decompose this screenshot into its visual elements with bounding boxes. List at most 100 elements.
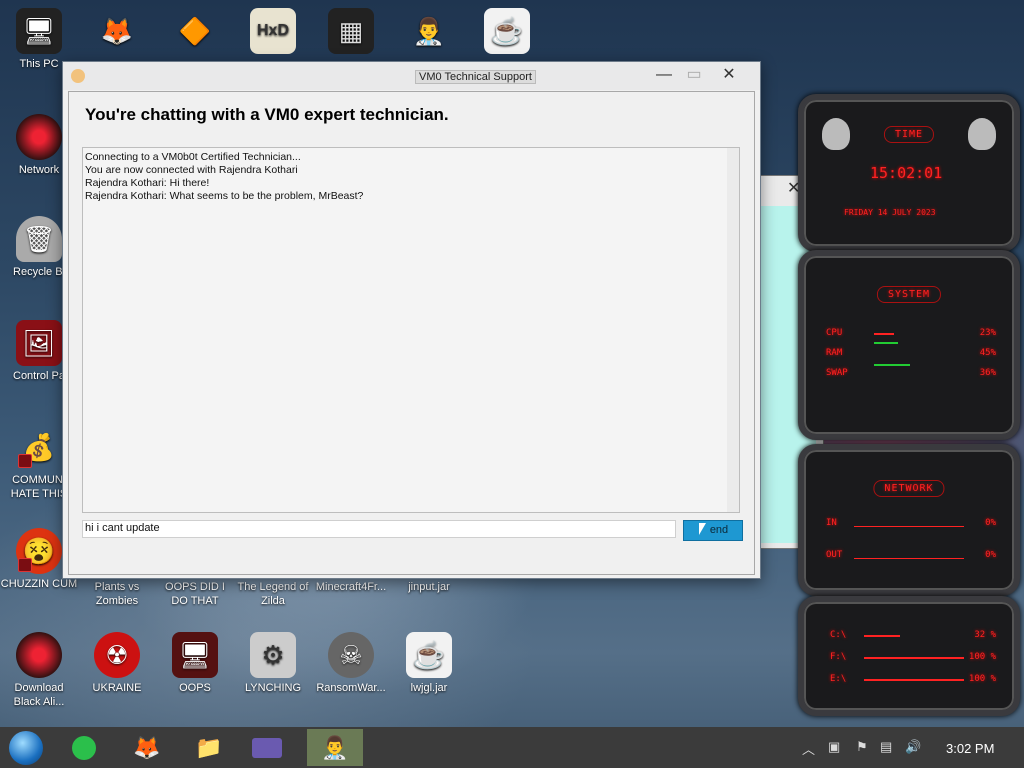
alien-head-icon	[968, 118, 996, 150]
desktop-icon-ransomware[interactable]: ☠ RansomWar...	[312, 632, 390, 695]
desktop-icon-ukraine[interactable]: ☢ UKRAINE	[78, 632, 156, 695]
vlc-cone-icon: 🔶	[178, 16, 212, 46]
swap-bar	[874, 364, 910, 366]
desktop-icon-oops[interactable]: 🖥 OOPS	[156, 632, 234, 695]
desktop-icon-maze[interactable]: ▦	[312, 8, 390, 57]
message-input[interactable]: hi i cant update	[82, 520, 676, 538]
network-icon[interactable]: ▤	[880, 739, 892, 755]
maximize-button[interactable]: ▭	[683, 65, 705, 85]
support-chat-window[interactable]: VM0 Technical Support — ▭ ✕ You're chatt…	[62, 61, 761, 579]
time-header: TIME	[883, 126, 935, 143]
drive-f-value: 100 %	[968, 652, 996, 662]
desktop-icon-plants-vs-zombies[interactable]: Plants vs Zombies	[78, 580, 156, 608]
swap-label: SWAP	[826, 368, 848, 378]
skull-icon: ☠	[328, 632, 374, 678]
cpu-value: 23%	[979, 328, 996, 338]
doctor-icon: 👨‍⚕️	[412, 16, 446, 46]
drive-f-bar	[864, 657, 964, 659]
start-button[interactable]	[4, 729, 48, 766]
money-bag-icon: 💰	[16, 424, 62, 470]
desktop-icon-jinput[interactable]: jinput.jar	[390, 580, 468, 594]
taskbar-notes[interactable]	[62, 729, 106, 766]
drive-f-label: F:\	[830, 652, 847, 662]
desktop-icon-vlc[interactable]: 🔶	[156, 8, 234, 57]
network-header: NETWORK	[873, 480, 945, 497]
chat-heading: You're chatting with a VM0 expert techni…	[85, 105, 449, 124]
system-gadget: SYSTEM CPU 23% RAM 45% SWAP 36%	[798, 250, 1020, 440]
in-label: IN	[826, 518, 837, 528]
taskbar-firefox[interactable]: 🦊	[125, 729, 169, 766]
tray-app-icon[interactable]: ▣	[828, 739, 840, 755]
red-computer-icon: 🖥	[172, 632, 218, 678]
drive-e-value: 100 %	[968, 674, 996, 684]
out-value: 0%	[985, 550, 996, 560]
network-orb-icon	[16, 114, 62, 160]
chat-line: Rajendra Kothari: Hi there!	[85, 177, 210, 189]
desktop-icon-oops-did-i[interactable]: OOPS DID I DO THAT	[156, 580, 234, 608]
desktop-icon-legend-of-zilda[interactable]: The Legend of Zilda	[234, 580, 312, 608]
chat-log[interactable]: Connecting to a VM0b0t Certified Technic…	[82, 147, 740, 513]
chat-scrollbar[interactable]	[727, 148, 739, 512]
desktop-icon-download[interactable]: Download Black Ali...	[0, 632, 78, 709]
network-gadget: NETWORK IN 0% OUT 0%	[798, 444, 1020, 596]
gear-noose-icon: ⚙	[250, 632, 296, 678]
tray-overflow-icon[interactable]: ︿	[802, 739, 815, 758]
java-icon: ☕	[406, 632, 452, 678]
drive-e-bar	[864, 679, 964, 681]
send-button-label: end	[709, 524, 729, 536]
start-orb-icon	[9, 730, 43, 765]
chat-line: You are now connected with Rajendra Koth…	[85, 164, 298, 176]
java-icon: ☕	[484, 8, 530, 54]
in-graph	[854, 526, 964, 527]
flag-icon[interactable]: ⚑	[856, 739, 868, 755]
chat-line: Connecting to a VM0b0t Certified Technic…	[85, 151, 301, 163]
chat-line: Rajendra Kothari: What seems to be the p…	[85, 190, 364, 202]
drives-gadget: C:\ 32 % F:\ 100 % E:\ 100 %	[798, 596, 1020, 716]
card-icon	[252, 737, 282, 758]
chat-panel: You're chatting with a VM0 expert techni…	[68, 91, 755, 575]
window-title: VM0 Technical Support	[415, 70, 536, 84]
red-creature-icon: 😵	[16, 528, 62, 574]
in-value: 0%	[985, 518, 996, 528]
ram-label: RAM	[826, 348, 843, 358]
shortcut-badge-icon	[18, 454, 32, 468]
folder-icon: 📁	[195, 734, 223, 760]
time-gadget: TIME 15:02:01 FRIDAY 14 JULY 2023	[798, 94, 1020, 252]
alien-head-icon	[822, 118, 850, 150]
taskbar-file-explorer[interactable]: 📁	[187, 729, 231, 766]
desktop-icon-minecraft[interactable]: Minecraft4Fr...	[312, 580, 390, 594]
date-readout: FRIDAY 14 JULY 2023	[844, 208, 936, 217]
time-readout: 15:02:01	[870, 164, 943, 182]
desktop-icon-lwjgl[interactable]: ☕ lwjgl.jar	[390, 632, 468, 695]
volume-icon[interactable]: 🔊	[905, 739, 921, 755]
taskbar-clock[interactable]: 3:02 PM	[946, 741, 994, 756]
alien-orb-icon	[16, 632, 62, 678]
drive-c-value: 32 %	[974, 630, 996, 640]
shortcut-badge-icon	[18, 558, 32, 572]
desktop-icon-doctor[interactable]: 👨‍⚕️	[390, 8, 468, 57]
recycle-bin-icon: 🗑	[16, 216, 62, 262]
out-graph	[854, 558, 964, 559]
desktop-icon-java[interactable]: ☕	[468, 8, 546, 57]
taskbar-support-chat[interactable]: 👨‍⚕️	[307, 729, 363, 766]
close-button[interactable]: ✕	[718, 65, 740, 85]
window-titlebar[interactable]: VM0 Technical Support — ▭ ✕	[63, 62, 760, 90]
firefox-icon: 🦊	[100, 16, 134, 46]
firefox-icon: 🦊	[133, 734, 161, 760]
ram-bar	[874, 342, 898, 344]
radiation-icon: ☢	[94, 632, 140, 678]
mouse-cursor-icon	[699, 523, 706, 535]
hxd-icon: HxD	[250, 8, 296, 54]
desktop-icon-lynching[interactable]: ⚙ LYNCHING	[234, 632, 312, 695]
minimize-button[interactable]: —	[653, 65, 675, 85]
send-button[interactable]: end	[683, 520, 743, 541]
taskbar-card-app[interactable]	[245, 729, 289, 766]
doctor-app-icon	[71, 69, 85, 83]
desktop-icon-hxd[interactable]: HxD	[234, 8, 312, 57]
desktop-icon-firefox[interactable]: 🦊	[78, 8, 156, 57]
system-header: SYSTEM	[876, 286, 942, 303]
out-label: OUT	[826, 550, 843, 560]
drive-c-bar	[864, 635, 900, 637]
taskbar: 🦊 📁 👨‍⚕️ ︿ ▣ ⚑ ▤ 🔊 3:02 PM	[0, 727, 1024, 768]
swap-value: 36%	[979, 368, 996, 378]
